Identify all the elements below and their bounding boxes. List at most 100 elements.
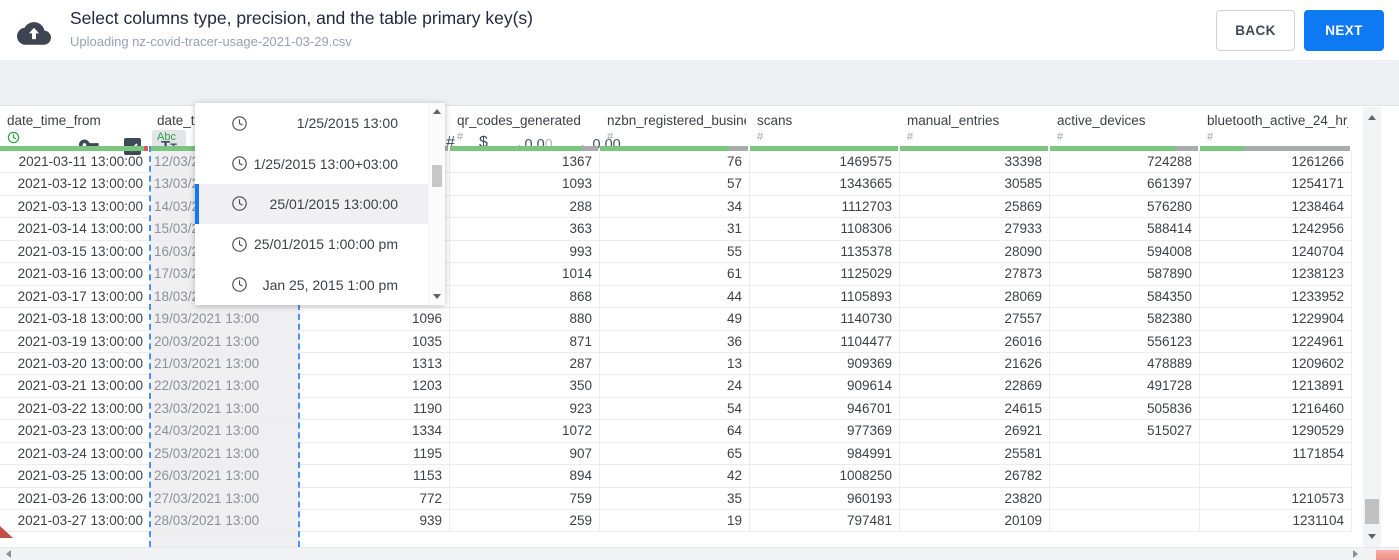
cell[interactable]: 923 [450, 397, 600, 420]
cell[interactable]: 34 [600, 195, 750, 218]
cell[interactable]: 31 [600, 218, 750, 240]
cell[interactable]: 22869 [900, 375, 1050, 397]
column-header-scans[interactable]: scans # [750, 106, 900, 146]
cell[interactable]: 25/03/2021 13:00 [150, 443, 300, 464]
cell[interactable]: 1035 [300, 330, 450, 352]
cell[interactable]: 19 [600, 510, 750, 532]
cell[interactable]: 28/03/2021 13:00 [150, 510, 300, 531]
cell[interactable]: 1209602 [1200, 352, 1352, 375]
cell[interactable]: 26782 [900, 465, 1050, 487]
cell[interactable]: 36 [600, 330, 750, 352]
cell[interactable]: 1313 [300, 352, 450, 375]
cell[interactable]: 1135378 [750, 240, 900, 263]
cell[interactable]: 505836 [1050, 397, 1200, 420]
cell[interactable]: 960193 [750, 487, 900, 509]
cell[interactable]: 1105893 [750, 285, 900, 308]
cell[interactable]: 587890 [1050, 263, 1200, 285]
cell[interactable]: 24 [600, 375, 750, 397]
column-header-qr_codes_generated[interactable]: qr_codes_generated # [450, 106, 600, 146]
column-header-nzbn_registered_busine[interactable]: nzbn_registered_busine # [600, 106, 750, 146]
cell[interactable]: 1072 [450, 420, 600, 442]
cell[interactable]: 1261266 [1200, 151, 1352, 173]
cell[interactable]: 363 [450, 218, 600, 240]
cell[interactable]: 1125029 [750, 263, 900, 285]
cell[interactable]: 515027 [1050, 420, 1200, 442]
cell[interactable]: 21626 [900, 352, 1050, 375]
dropdown-scrollbar[interactable] [428, 103, 445, 305]
cell[interactable]: 13 [600, 352, 750, 375]
cell[interactable]: 1104477 [750, 330, 900, 352]
vertical-scrollbar[interactable] [1363, 107, 1381, 547]
cell[interactable]: 880 [450, 308, 600, 330]
cell[interactable]: 26921 [900, 420, 1050, 442]
cell[interactable]: 894 [450, 465, 600, 487]
cell[interactable]: 1367 [450, 151, 600, 173]
cell[interactable]: 1254171 [1200, 173, 1352, 195]
cell[interactable]: 1096 [300, 308, 450, 330]
cell[interactable]: 28090 [900, 240, 1050, 263]
cell[interactable]: 588414 [1050, 218, 1200, 240]
cell[interactable]: 478889 [1050, 352, 1200, 375]
cell[interactable]: 1195 [300, 442, 450, 465]
cell[interactable]: 1210573 [1200, 487, 1352, 509]
cell[interactable]: 2021-03-13 13:00:00 [0, 196, 150, 217]
cell[interactable]: 27933 [900, 218, 1050, 240]
scroll-up-icon[interactable] [1368, 115, 1376, 120]
cell[interactable]: 2021-03-19 13:00:00 [0, 331, 150, 352]
cell[interactable]: 1171854 [1200, 442, 1352, 465]
cell[interactable]: 27/03/2021 13:00 [150, 488, 300, 509]
cell[interactable]: 1014 [450, 263, 600, 285]
cell[interactable]: 20/03/2021 13:00 [150, 331, 300, 352]
cell[interactable]: 33398 [900, 151, 1050, 173]
cell[interactable]: 1108306 [750, 218, 900, 240]
cell[interactable]: 26016 [900, 330, 1050, 352]
cell[interactable]: 28069 [900, 285, 1050, 308]
cell[interactable]: 2021-03-27 13:00:00 [0, 510, 150, 531]
cell[interactable]: 871 [450, 330, 600, 352]
format-option[interactable]: Jan 25, 2015 1:00 pm [195, 265, 428, 305]
scroll-down-icon[interactable] [1368, 534, 1376, 539]
cell[interactable]: 55 [600, 240, 750, 263]
cell[interactable]: 1093 [450, 173, 600, 195]
cell[interactable] [1050, 465, 1200, 487]
cell[interactable]: 19/03/2021 13:00 [150, 308, 300, 329]
cell[interactable]: 49 [600, 308, 750, 330]
cell[interactable]: 1224961 [1200, 330, 1352, 352]
cell[interactable]: 984991 [750, 442, 900, 465]
cell[interactable]: 1469575 [750, 151, 900, 173]
cell[interactable]: 23/03/2021 13:00 [150, 398, 300, 419]
cell[interactable]: 2021-03-17 13:00:00 [0, 286, 150, 307]
format-option[interactable]: 1/25/2015 13:00+03:00 [195, 143, 428, 183]
cell[interactable]: 1216460 [1200, 397, 1352, 420]
cell[interactable] [1200, 465, 1352, 487]
cell[interactable]: 27557 [900, 308, 1050, 330]
cell[interactable]: 2021-03-24 13:00:00 [0, 443, 150, 464]
cell[interactable]: 1238123 [1200, 263, 1352, 285]
cell[interactable]: 2021-03-23 13:00:00 [0, 420, 150, 441]
cell[interactable]: 1190 [300, 397, 450, 420]
cell[interactable]: 22/03/2021 13:00 [150, 375, 300, 396]
column-header-bluetooth_active_24_hr_[interactable]: bluetooth_active_24_hr_ # [1200, 106, 1352, 146]
cell[interactable]: 909369 [750, 352, 900, 375]
cell[interactable]: 42 [600, 465, 750, 487]
dropdown-scroll-up-icon[interactable] [433, 109, 441, 114]
cell[interactable]: 2021-03-16 13:00:00 [0, 263, 150, 284]
cell[interactable]: 772 [300, 487, 450, 509]
cell[interactable]: 977369 [750, 420, 900, 442]
cell[interactable]: 1290529 [1200, 420, 1352, 442]
cell[interactable]: 797481 [750, 510, 900, 532]
cell[interactable]: 556123 [1050, 330, 1200, 352]
horizontal-scrollbar-thumb[interactable] [1376, 550, 1399, 560]
cell[interactable]: 1231104 [1200, 510, 1352, 532]
cell[interactable]: 759 [450, 487, 600, 509]
cell[interactable]: 661397 [1050, 173, 1200, 195]
column-header-date_time_from[interactable]: date_time_from [0, 106, 150, 146]
cell[interactable]: 909614 [750, 375, 900, 397]
cell[interactable] [1050, 442, 1200, 465]
cell[interactable]: 868 [450, 285, 600, 308]
cell[interactable]: 44 [600, 285, 750, 308]
cell[interactable]: 24/03/2021 13:00 [150, 420, 300, 441]
vertical-scrollbar-thumb[interactable] [1365, 499, 1379, 524]
cell[interactable] [1050, 487, 1200, 509]
cell[interactable]: 2021-03-15 13:00:00 [0, 241, 150, 262]
